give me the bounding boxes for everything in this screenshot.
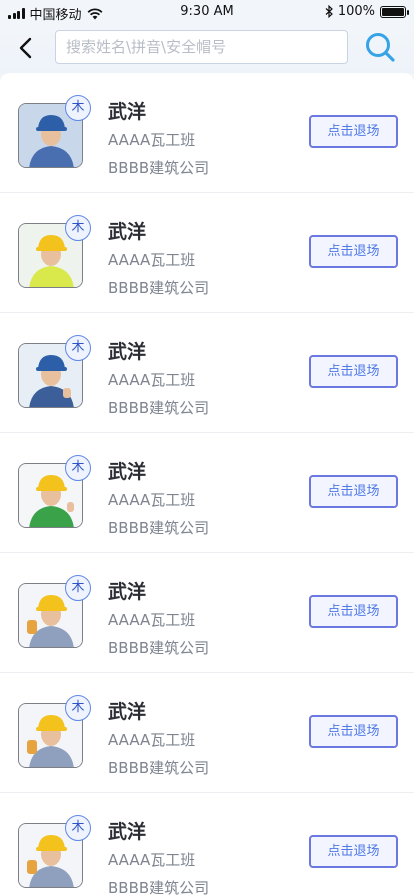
trade-badge: 木	[65, 575, 91, 601]
worker-team: AAAA瓦工班	[108, 371, 196, 389]
exit-site-button[interactable]: 点击退场	[309, 715, 398, 748]
battery-percent: 100%	[337, 4, 375, 19]
worker-name: 武洋	[108, 461, 147, 483]
worker-company: BBBB建筑公司	[108, 879, 210, 896]
worker-list: 木武洋 AAAA瓦工班 BBBB建筑公司 点击退场木武洋 AAAA瓦工班 BBBB建筑公司…	[0, 73, 414, 896]
worker-card: 木武洋 AAAA瓦工班 BBBB建筑公司 点击退场	[0, 793, 414, 896]
worker-team: AAAA瓦工班	[108, 491, 196, 509]
back-button[interactable]	[12, 34, 40, 62]
worker-company: BBBB建筑公司	[108, 759, 210, 777]
worker-team: AAAA瓦工班	[108, 851, 196, 869]
worker-name: 武洋	[108, 701, 147, 723]
status-right: 100%	[325, 4, 409, 19]
worker-name: 武洋	[108, 221, 147, 243]
trade-badge: 木	[65, 215, 91, 241]
search-icon	[366, 33, 395, 62]
worker-avatar: 木	[18, 815, 91, 889]
worker-avatar: 木	[18, 695, 91, 769]
status-bar: 中国移动 9:30 AM 100%	[0, 0, 414, 24]
worker-company: BBBB建筑公司	[108, 639, 210, 657]
trade-badge: 木	[65, 815, 91, 841]
worker-card: 木武洋 AAAA瓦工班 BBBB建筑公司 点击退场	[0, 313, 414, 433]
worker-avatar: 木	[18, 95, 91, 169]
battery-icon	[380, 5, 409, 18]
search-input[interactable]	[55, 30, 348, 64]
exit-site-button[interactable]: 点击退场	[309, 235, 398, 268]
worker-avatar: 木	[18, 575, 91, 649]
worker-company: BBBB建筑公司	[108, 159, 210, 177]
search-button[interactable]	[364, 31, 396, 63]
trade-badge: 木	[65, 455, 91, 481]
worker-card: 木武洋 AAAA瓦工班 BBBB建筑公司 点击退场	[0, 553, 414, 673]
worker-card: 木武洋 AAAA瓦工班 BBBB建筑公司 点击退场	[0, 433, 414, 553]
exit-site-button[interactable]: 点击退场	[309, 835, 398, 868]
worker-name: 武洋	[108, 101, 147, 123]
worker-name: 武洋	[108, 581, 147, 603]
trade-badge: 木	[65, 335, 91, 361]
exit-site-button[interactable]: 点击退场	[309, 115, 398, 148]
worker-card: 木武洋 AAAA瓦工班 BBBB建筑公司 点击退场	[0, 73, 414, 193]
search-header	[0, 24, 414, 74]
worker-company: BBBB建筑公司	[108, 519, 210, 537]
worker-name: 武洋	[108, 341, 147, 363]
trade-badge: 木	[65, 695, 91, 721]
exit-site-button[interactable]: 点击退场	[309, 475, 398, 508]
worker-team: AAAA瓦工班	[108, 611, 196, 629]
battery-fill	[382, 7, 404, 16]
worker-card: 木武洋 AAAA瓦工班 BBBB建筑公司 点击退场	[0, 673, 414, 793]
worker-avatar: 木	[18, 215, 91, 289]
exit-site-button[interactable]: 点击退场	[309, 595, 398, 628]
worker-card: 木武洋 AAAA瓦工班 BBBB建筑公司 点击退场	[0, 193, 414, 313]
worker-name: 武洋	[108, 821, 147, 843]
worker-team: AAAA瓦工班	[108, 131, 196, 149]
bluetooth-icon	[325, 5, 333, 18]
exit-site-button[interactable]: 点击退场	[309, 355, 398, 388]
worker-company: BBBB建筑公司	[108, 399, 210, 417]
worker-company: BBBB建筑公司	[108, 279, 210, 297]
worker-team: AAAA瓦工班	[108, 251, 196, 269]
chevron-left-icon	[19, 37, 32, 59]
trade-badge: 木	[65, 95, 91, 121]
worker-team: AAAA瓦工班	[108, 731, 196, 749]
worker-avatar: 木	[18, 335, 91, 409]
worker-avatar: 木	[18, 455, 91, 529]
